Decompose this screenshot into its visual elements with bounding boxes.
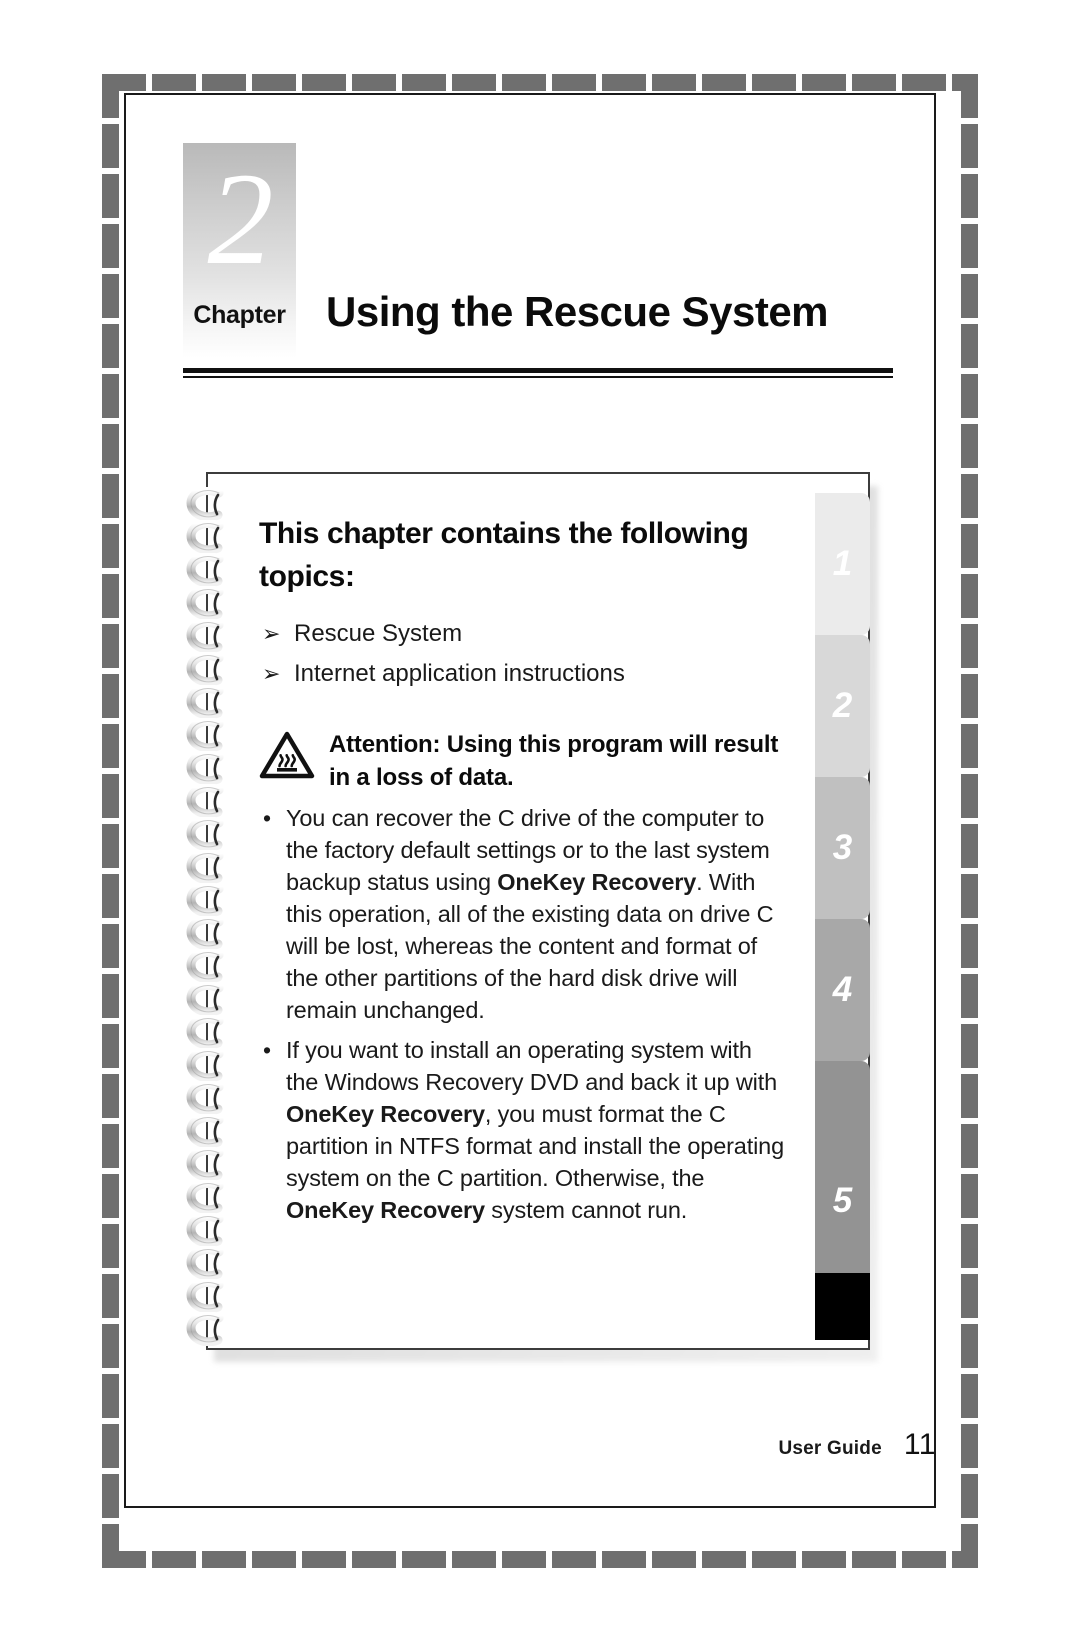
spiral-coil-ring	[185, 1311, 235, 1347]
spiral-coil-ring	[185, 1179, 235, 1215]
page-number: 11	[903, 1428, 936, 1461]
index-tabs: 1 2 3 4 5	[815, 478, 870, 1354]
spiral-coil-ring	[185, 1047, 235, 1083]
index-tab-3[interactable]: 3	[815, 777, 870, 919]
index-tab-number: 4	[832, 970, 853, 1009]
chapter-label: Chapter	[193, 301, 286, 329]
bullet-dot-icon: •	[263, 1037, 271, 1063]
footer-label: User Guide	[778, 1438, 882, 1459]
title-rule-thick	[183, 368, 893, 373]
title-rule-thin	[183, 376, 893, 378]
spiral-coil-ring	[185, 1245, 235, 1281]
topic-label: Internet application instructions	[294, 660, 625, 687]
spiral-coil-ring	[185, 882, 235, 918]
content-card-body: This chapter contains the following topi…	[259, 512, 789, 1226]
spiral-coil-ring	[185, 849, 235, 885]
spiral-coil-ring	[185, 915, 235, 951]
page-frame-dash-top	[102, 74, 978, 91]
topic-item: ➢ Internet application instructions	[259, 654, 789, 694]
spiral-coil-ring	[185, 750, 235, 786]
spiral-coil-ring	[185, 816, 235, 852]
spiral-coil-ring	[185, 1278, 235, 1314]
page-frame-dash-left	[102, 74, 119, 1568]
note-text: You can recover the C drive of the compu…	[286, 805, 774, 1023]
notes-list: • You can recover the C drive of the comp…	[259, 802, 789, 1226]
spiral-coil-ring	[185, 1212, 235, 1248]
spiral-coil-ring	[185, 948, 235, 984]
index-tab-number: 3	[832, 828, 853, 867]
index-tab-2[interactable]: 2	[815, 635, 870, 777]
page-frame-dash-right	[961, 74, 978, 1568]
topics-list: ➢ Rescue System ➢ Internet application inst…	[259, 614, 789, 694]
spiral-coil-ring	[185, 981, 235, 1017]
index-tab-number: 5	[832, 1180, 853, 1220]
topic-item: ➢ Rescue System	[259, 614, 789, 654]
note-text: If you want to install an operating syst…	[286, 1037, 785, 1223]
page-frame-dash-bottom	[102, 1551, 978, 1568]
spiral-coil-ring	[185, 585, 235, 621]
spiral-coil-ring	[185, 717, 235, 753]
page-title: Using the Rescue System	[326, 288, 829, 335]
topic-label: Rescue System	[294, 620, 463, 647]
note-item: • If you want to install an operating sys…	[259, 1034, 789, 1226]
hot-surface-warning-icon	[259, 730, 315, 780]
spiral-coil-ring	[185, 1080, 235, 1116]
spiral-coil-ring	[185, 486, 235, 522]
index-tab-number: 2	[832, 686, 853, 725]
arrow-bullet-icon: ➢	[262, 661, 281, 686]
chapter-number: 2	[207, 145, 274, 292]
bullet-dot-icon: •	[263, 805, 271, 831]
spiral-coil-ring	[185, 1014, 235, 1050]
spiral-binding	[185, 486, 239, 1353]
attention-text: Attention: Using this program will resul…	[329, 731, 779, 791]
guide-page: 2 Chapter Using the Rescue System This c…	[0, 0, 1080, 1642]
card-heading: This chapter contains the following topi…	[259, 517, 749, 593]
spiral-coil-ring	[185, 618, 235, 654]
index-tab-4[interactable]: 4	[815, 919, 870, 1061]
index-tab-spacer	[815, 1273, 870, 1340]
spiral-coil-ring	[185, 552, 235, 588]
spiral-coil-ring	[185, 519, 235, 555]
spiral-coil-ring	[185, 684, 235, 720]
note-item: • You can recover the C drive of the comp…	[259, 802, 789, 1026]
spiral-coil-ring	[185, 651, 235, 687]
spiral-coil-ring	[185, 783, 235, 819]
index-tab-number: 1	[832, 544, 853, 583]
attention-callout: Attention: Using this program will resul…	[259, 728, 789, 794]
arrow-bullet-icon: ➢	[262, 621, 281, 646]
chapter-badge: 2 Chapter	[183, 143, 296, 358]
index-tab-1[interactable]: 1	[815, 493, 870, 635]
spiral-coil-ring	[185, 1113, 235, 1149]
spiral-coil-ring	[185, 1146, 235, 1182]
